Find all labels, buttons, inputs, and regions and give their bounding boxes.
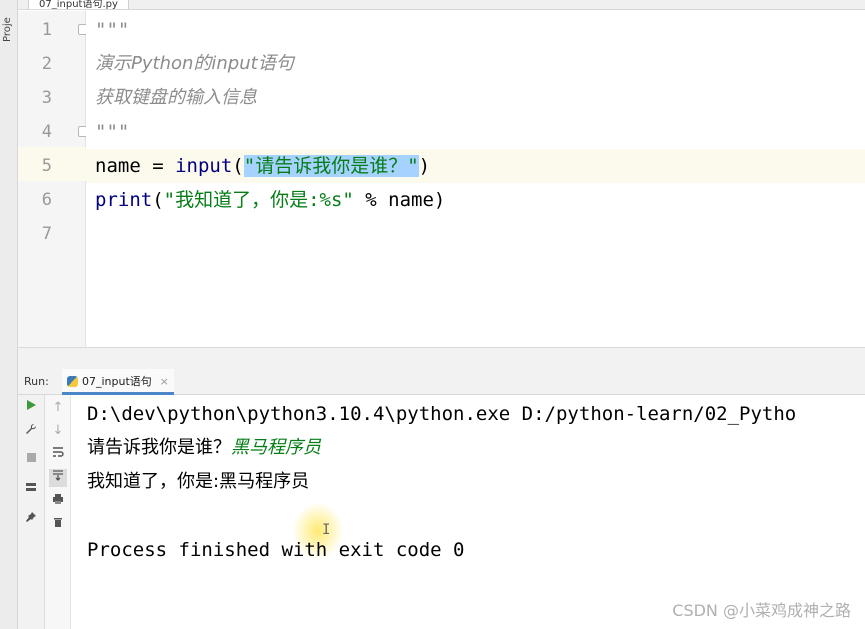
open-paren: ( bbox=[232, 155, 244, 177]
selected-string[interactable]: "请告诉我你是谁？" bbox=[243, 155, 419, 177]
open-paren: ( bbox=[152, 189, 164, 211]
variable-name: name bbox=[95, 155, 141, 177]
editor-tab-bar: 07_input语句.py bbox=[18, 0, 865, 10]
python-file-icon bbox=[67, 376, 78, 387]
line-number: 6 bbox=[41, 190, 52, 210]
console-prompt-line: 请告诉我你是谁？黑马程序员 bbox=[87, 431, 321, 465]
project-tool-strip[interactable]: Proje bbox=[0, 0, 18, 629]
assign-operator: = bbox=[140, 155, 176, 177]
close-icon[interactable]: × bbox=[160, 369, 169, 395]
console-finished-line: Process finished with exit code 0 bbox=[87, 539, 465, 561]
print-icon[interactable] bbox=[49, 493, 67, 511]
line-number: 4 bbox=[41, 122, 52, 142]
console-command-line: D:\dev\python\python3.10.4\python.exe D:… bbox=[87, 403, 797, 425]
layout-icon[interactable] bbox=[22, 481, 40, 499]
line-number: 3 bbox=[41, 88, 52, 108]
run-console[interactable]: D:\dev\python\python3.10.4\python.exe D:… bbox=[71, 395, 865, 629]
run-toolbar-primary bbox=[18, 395, 45, 629]
input-function: input bbox=[175, 155, 233, 177]
editor-gutter: 1 2 3 4 5 6 7 bbox=[18, 11, 89, 347]
code-line-2[interactable]: 演示Python的input语句 bbox=[86, 47, 865, 81]
run-config-tab[interactable]: 07_input语句 × bbox=[62, 369, 174, 395]
console-output-line: 我知道了，你是:黑马程序员 bbox=[87, 471, 310, 492]
line-number: 1 bbox=[41, 20, 52, 40]
print-function: print bbox=[95, 189, 153, 211]
watermark: CSDN @小菜鸡成神之路 bbox=[672, 601, 851, 620]
code-line-1[interactable]: """ bbox=[86, 13, 865, 47]
console-prompt: 请告诉我你是谁？ bbox=[87, 437, 231, 458]
code-line-3[interactable]: 获取键盘的输入信息 bbox=[86, 81, 865, 115]
soft-wrap-icon[interactable] bbox=[49, 446, 67, 464]
scroll-to-end-icon[interactable] bbox=[49, 469, 67, 487]
wrench-icon[interactable] bbox=[22, 423, 40, 441]
run-tab-label: 07_input语句 bbox=[82, 375, 152, 388]
run-toolbar-secondary: ↑ ↓ bbox=[45, 395, 71, 629]
project-tool-label[interactable]: Proje bbox=[2, 2, 13, 42]
code-editor[interactable]: """ 演示Python的input语句 获取键盘的输入信息 """ name … bbox=[86, 11, 865, 347]
console-user-input: 黑马程序员 bbox=[231, 437, 321, 458]
code-line-5[interactable]: name = input("请告诉我你是谁？") bbox=[86, 149, 865, 183]
code-line-6[interactable]: print("我知道了，你是:%s" % name) bbox=[86, 183, 865, 217]
run-label: Run: bbox=[24, 375, 49, 388]
format-string: "我知道了，你是:%s" bbox=[163, 189, 354, 211]
panel-splitter[interactable] bbox=[18, 347, 865, 369]
line-number: 2 bbox=[41, 54, 52, 74]
editor-tab-file[interactable]: 07_input语句.py bbox=[28, 0, 129, 9]
pin-icon[interactable] bbox=[22, 511, 40, 529]
line-number: 7 bbox=[41, 224, 52, 244]
line-number: 5 bbox=[41, 156, 52, 176]
code-line-4[interactable]: """ bbox=[86, 115, 865, 149]
run-tool-header: Run: 07_input语句 × bbox=[18, 369, 865, 395]
arrow-down-icon[interactable]: ↓ bbox=[49, 422, 67, 440]
close-paren: ) bbox=[418, 155, 431, 177]
play-icon[interactable] bbox=[22, 399, 40, 417]
trash-icon[interactable] bbox=[49, 516, 67, 534]
arrow-up-icon[interactable]: ↑ bbox=[49, 399, 67, 417]
stop-icon[interactable] bbox=[22, 451, 40, 469]
format-operator: % name) bbox=[353, 189, 446, 211]
